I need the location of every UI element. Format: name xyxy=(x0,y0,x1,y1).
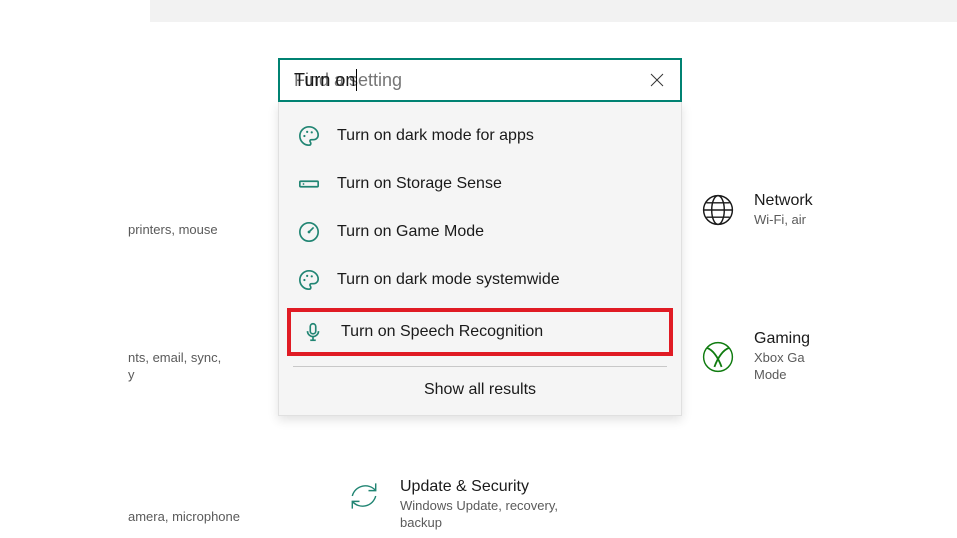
search-result[interactable]: Turn on dark mode for apps xyxy=(279,112,681,160)
tile-title: Network xyxy=(754,192,813,210)
search-result[interactable]: Turn on Game Mode xyxy=(279,208,681,256)
tile-title: Gaming xyxy=(754,330,810,348)
tile-sub: backup xyxy=(400,515,558,532)
search-result[interactable]: Turn on dark mode systemwide xyxy=(279,256,681,304)
accounts-sub-fragment-a: nts, email, sync, xyxy=(128,349,221,367)
result-label: Turn on dark mode systemwide xyxy=(337,271,560,289)
globe-icon xyxy=(700,192,736,228)
tile-sub: Xbox Ga xyxy=(754,350,810,367)
palette-icon xyxy=(297,268,321,292)
settings-search: Turn on Turn on dark mode for apps Turn … xyxy=(278,58,682,416)
sync-icon xyxy=(346,478,382,514)
devices-sub-fragment: printers, mouse xyxy=(128,221,218,239)
search-box[interactable]: Turn on xyxy=(278,58,682,102)
search-results-dropdown: Turn on dark mode for apps Turn on Stora… xyxy=(278,102,682,416)
tile-sub: Windows Update, recovery, xyxy=(400,498,558,515)
search-input[interactable] xyxy=(294,70,644,91)
tile-gaming[interactable]: Gaming Xbox Ga Mode xyxy=(700,330,810,384)
tile-title: Update & Security xyxy=(400,478,558,496)
search-result-highlighted[interactable]: Turn on Speech Recognition xyxy=(287,308,673,356)
tile-sub: Mode xyxy=(754,367,810,384)
xbox-icon xyxy=(700,339,736,375)
search-result[interactable]: Turn on Storage Sense xyxy=(279,160,681,208)
accounts-sub-fragment-b: y xyxy=(128,366,135,384)
result-label: Turn on Game Mode xyxy=(337,223,484,241)
privacy-sub-fragment: amera, microphone xyxy=(128,508,240,526)
gauge-icon xyxy=(297,220,321,244)
storage-icon xyxy=(297,172,321,196)
tile-update-security[interactable]: Update & Security Windows Update, recove… xyxy=(346,478,558,532)
close-icon xyxy=(650,73,664,87)
mic-icon xyxy=(301,320,325,344)
result-label: Turn on Storage Sense xyxy=(337,175,502,193)
tile-sub: Wi-Fi, air xyxy=(754,212,813,229)
result-label: Turn on Speech Recognition xyxy=(341,323,543,341)
show-all-results[interactable]: Show all results xyxy=(279,367,681,415)
tile-network[interactable]: Network Wi-Fi, air xyxy=(700,192,813,229)
palette-icon xyxy=(297,124,321,148)
clear-search-button[interactable] xyxy=(644,67,670,93)
result-label: Turn on dark mode for apps xyxy=(337,127,534,145)
